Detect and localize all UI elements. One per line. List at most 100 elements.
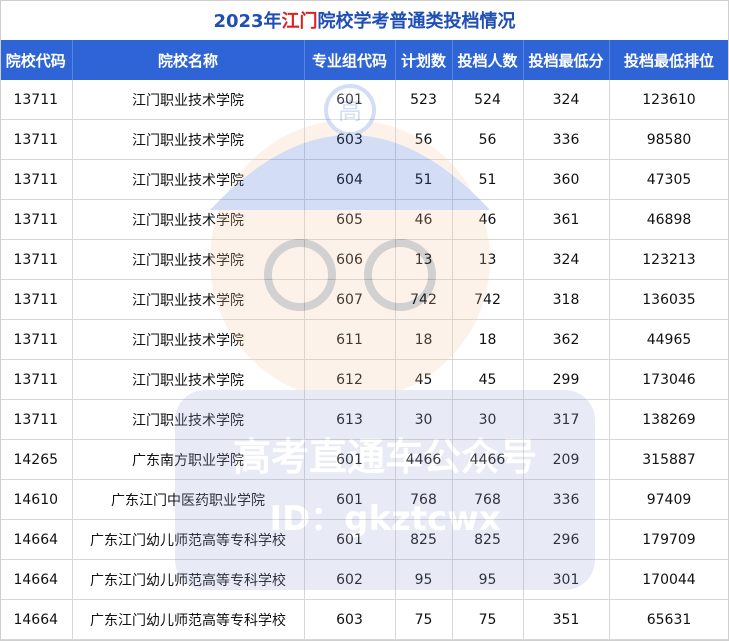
table-cell: 606 <box>304 239 396 280</box>
table-cell: 51 <box>395 159 453 200</box>
table-cell: 315887 <box>609 439 729 480</box>
table-cell: 136035 <box>609 279 729 320</box>
table-cell: 13711 <box>0 199 73 240</box>
column-header: 院校名称 <box>72 40 305 80</box>
table-cell: 46 <box>452 199 524 240</box>
table-cell: 14664 <box>0 559 73 600</box>
table-row: 13711 江门职业技术学院 612 45 45 299 173046 <box>0 359 729 400</box>
table-cell: 825 <box>452 519 524 560</box>
table-cell: 65631 <box>609 599 729 640</box>
table-cell: 14664 <box>0 599 73 640</box>
table-cell: 351 <box>523 599 610 640</box>
table-row: 13711 江门职业技术学院 603 56 56 336 98580 <box>0 119 729 160</box>
table-cell: 13711 <box>0 239 73 280</box>
title-prefix: 2023年 <box>213 11 282 32</box>
table-cell: 524 <box>452 80 524 120</box>
table-cell: 299 <box>523 359 610 400</box>
table-cell: 601 <box>304 80 396 120</box>
table-cell: 209 <box>523 439 610 480</box>
table-row: 13711 江门职业技术学院 606 13 13 324 123213 <box>0 239 729 280</box>
column-header: 投档最低分 <box>523 40 610 80</box>
table-cell: 18 <box>452 319 524 360</box>
column-header: 计划数 <box>395 40 453 80</box>
table-cell: 13711 <box>0 399 73 440</box>
table-cell: 95 <box>452 559 524 600</box>
table-cell: 604 <box>304 159 396 200</box>
table-row: 13711 江门职业技术学院 611 18 18 362 44965 <box>0 319 729 360</box>
table-cell: 603 <box>304 599 396 640</box>
table-cell: 173046 <box>609 359 729 400</box>
table-cell: 360 <box>523 159 610 200</box>
table-cell: 601 <box>304 479 396 520</box>
table-cell: 30 <box>395 399 453 440</box>
table-cell: 广东江门幼儿师范高等专科学校 <box>72 559 305 600</box>
table-cell: 广东江门幼儿师范高等专科学校 <box>72 599 305 640</box>
table-cell: 13 <box>395 239 453 280</box>
table-cell: 324 <box>523 239 610 280</box>
table-row: 14664 广东江门幼儿师范高等专科学校 602 95 95 301 170044 <box>0 559 729 600</box>
table-cell: 13711 <box>0 80 73 120</box>
admission-table: 院校代码 院校名称 专业组代码 计划数 投档人数 投档最低分 投档最低排位 13711 江门职… <box>0 40 729 640</box>
table-row: 13711 江门职业技术学院 601 523 524 324 123610 <box>0 80 729 120</box>
table-cell: 601 <box>304 439 396 480</box>
table-cell: 广东江门中医药职业学院 <box>72 479 305 520</box>
table-cell: 825 <box>395 519 453 560</box>
table-row: 13711 江门职业技术学院 607 742 742 318 136035 <box>0 279 729 320</box>
table-header-row: 院校代码 院校名称 专业组代码 计划数 投档人数 投档最低分 投档最低排位 <box>0 40 729 80</box>
table-cell: 46 <box>395 199 453 240</box>
table-cell: 336 <box>523 479 610 520</box>
table-cell: 45 <box>452 359 524 400</box>
table-cell: 95 <box>395 559 453 600</box>
table-cell: 4466 <box>452 439 524 480</box>
table-cell: 47305 <box>609 159 729 200</box>
table-cell: 97409 <box>609 479 729 520</box>
table-cell: 广东江门幼儿师范高等专科学校 <box>72 519 305 560</box>
table-cell: 601 <box>304 519 396 560</box>
table-cell: 336 <box>523 119 610 160</box>
table-cell: 江门职业技术学院 <box>72 80 305 120</box>
table-cell: 江门职业技术学院 <box>72 319 305 360</box>
table-cell: 13711 <box>0 119 73 160</box>
table-cell: 362 <box>523 319 610 360</box>
table-cell: 56 <box>452 119 524 160</box>
table-cell: 361 <box>523 199 610 240</box>
table-cell: 98580 <box>609 119 729 160</box>
table-cell: 602 <box>304 559 396 600</box>
table-cell: 317 <box>523 399 610 440</box>
table-cell: 56 <box>395 119 453 160</box>
table-cell: 18 <box>395 319 453 360</box>
table-cell: 广东南方职业学院 <box>72 439 305 480</box>
column-header: 院校代码 <box>0 40 73 80</box>
table-cell: 324 <box>523 80 610 120</box>
table-cell: 江门职业技术学院 <box>72 399 305 440</box>
table-cell: 138269 <box>609 399 729 440</box>
table-cell: 296 <box>523 519 610 560</box>
table-row: 14610 广东江门中医药职业学院 601 768 768 336 97409 <box>0 479 729 520</box>
table-row: 13711 江门职业技术学院 605 46 46 361 46898 <box>0 199 729 240</box>
table-row: 14664 广东江门幼儿师范高等专科学校 601 825 825 296 179709 <box>0 519 729 560</box>
table-cell: 13 <box>452 239 524 280</box>
table-cell: 611 <box>304 319 396 360</box>
table-cell: 江门职业技术学院 <box>72 359 305 400</box>
column-header: 投档最低排位 <box>609 40 729 80</box>
table-cell: 江门职业技术学院 <box>72 159 305 200</box>
title-suffix: 院校学考普通类投档情况 <box>317 11 516 32</box>
table-cell: 14664 <box>0 519 73 560</box>
table-cell: 523 <box>395 80 453 120</box>
table-cell: 613 <box>304 399 396 440</box>
table-cell: 742 <box>452 279 524 320</box>
table-cell: 江门职业技术学院 <box>72 119 305 160</box>
table-row: 14664 广东江门幼儿师范高等专科学校 603 75 75 351 65631 <box>0 599 729 640</box>
table-cell: 13711 <box>0 359 73 400</box>
page-title: 2023年 江门 院校学考普通类投档情况 <box>0 0 729 41</box>
table-cell: 768 <box>452 479 524 520</box>
table-cell: 13711 <box>0 319 73 360</box>
table-cell: 170044 <box>609 559 729 600</box>
table-row: 13711 江门职业技术学院 604 51 51 360 47305 <box>0 159 729 200</box>
column-header: 投档人数 <box>452 40 524 80</box>
table-cell: 13711 <box>0 159 73 200</box>
table-cell: 612 <box>304 359 396 400</box>
table-cell: 123610 <box>609 80 729 120</box>
table-cell: 179709 <box>609 519 729 560</box>
table-cell: 13711 <box>0 279 73 320</box>
